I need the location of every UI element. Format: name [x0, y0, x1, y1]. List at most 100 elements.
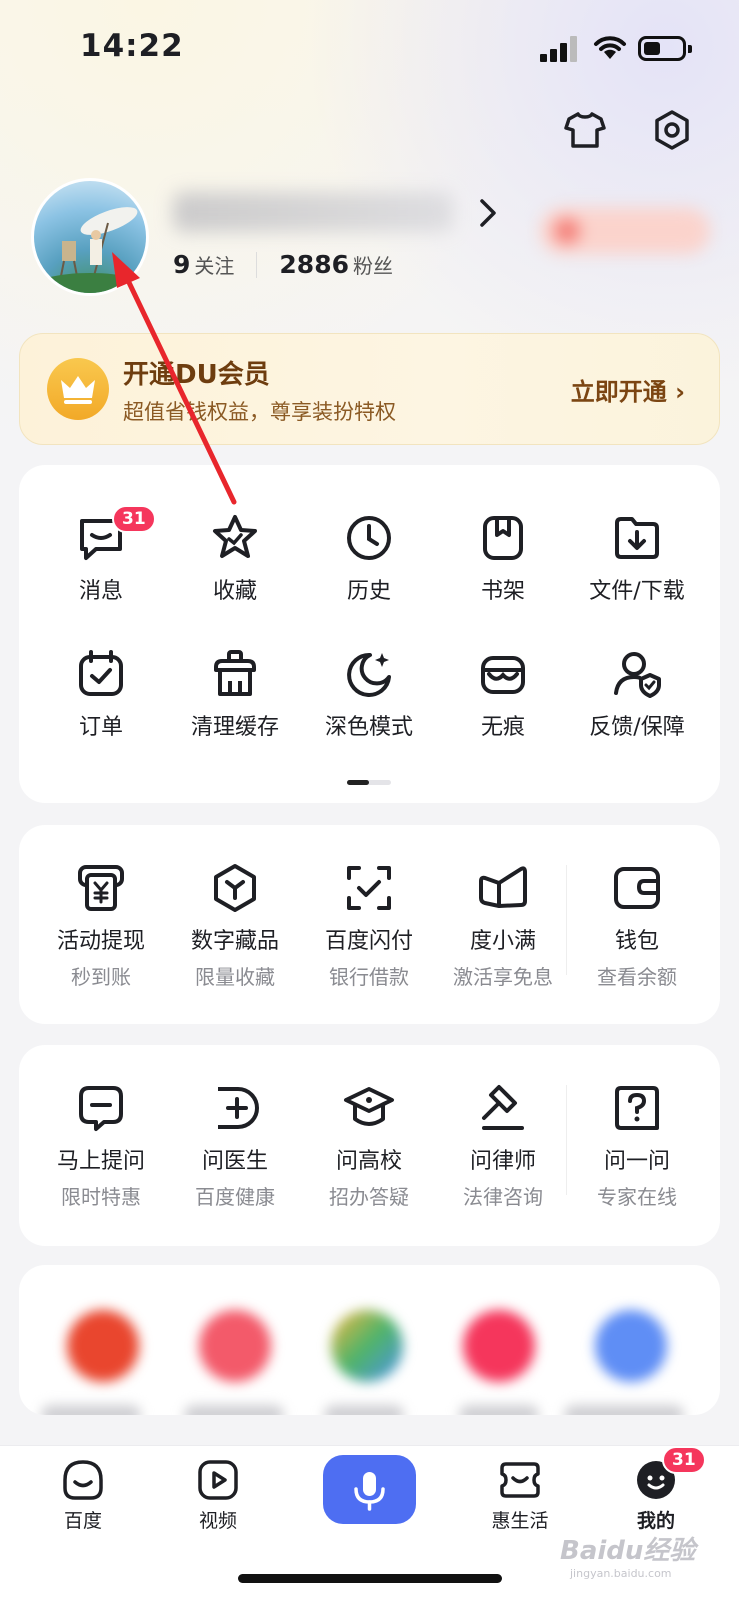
star-icon	[213, 515, 257, 558]
tab-label: 惠生活	[491, 1510, 549, 1532]
ask-icon	[615, 1086, 659, 1130]
finance-sub: 查看余额	[597, 965, 677, 989]
skin-shirt-icon[interactable]	[563, 108, 607, 152]
tool-label: 无痕	[480, 715, 525, 740]
service-icon-blurred[interactable]	[595, 1310, 667, 1382]
vip-open-button[interactable]: 立即开通 ›	[571, 372, 685, 407]
fans-label[interactable]: 粉丝	[353, 250, 393, 279]
tool-clean-cache[interactable]: 清理缓存	[168, 647, 302, 741]
tool-feedback[interactable]: 反馈/保障	[570, 647, 704, 741]
follow-count[interactable]: 9	[173, 250, 190, 279]
ask-item-doctor[interactable]: 问医生 百度健康	[168, 1081, 302, 1210]
ask-label: 问医生	[201, 1149, 268, 1174]
finance-divider	[566, 865, 567, 975]
tool-label: 历史	[346, 579, 391, 604]
tab-label: 百度	[63, 1510, 102, 1532]
yuan-card-icon	[78, 865, 124, 911]
page-indicator[interactable]	[347, 780, 391, 785]
service-icon-blurred[interactable]	[199, 1310, 271, 1382]
life-ticket-icon	[500, 1462, 540, 1498]
ask-divider	[566, 1085, 567, 1195]
vip-banner[interactable]: 开通DU会员 超值省钱权益，尊享装扮特权 立即开通 ›	[19, 333, 720, 445]
graduation-cap-icon	[344, 1087, 394, 1126]
status-time: 14:22	[80, 28, 184, 64]
finance-item-duxiaoman[interactable]: 度小满 激活享免息	[436, 861, 570, 990]
settings-icon[interactable]	[650, 108, 694, 152]
tool-orders[interactable]: 订单	[34, 647, 168, 741]
username-blurred[interactable]	[173, 192, 453, 232]
ask-label: 马上提问	[56, 1149, 145, 1174]
finance-item-digital[interactable]: 数字藏品 限量收藏	[168, 861, 302, 990]
tool-message[interactable]: 31 消息	[34, 505, 168, 605]
avatar[interactable]	[31, 178, 149, 296]
order-calendar-icon	[79, 650, 123, 696]
stats-divider	[256, 252, 258, 278]
service-label-blurred	[41, 1405, 141, 1415]
download-folder-icon	[615, 517, 659, 559]
finance-label: 钱包	[614, 929, 659, 954]
tool-history[interactable]: 历史	[302, 511, 436, 605]
ask-item-lawyer[interactable]: 问律师 法律咨询	[436, 1081, 570, 1210]
service-icon-blurred[interactable]	[67, 1310, 139, 1382]
video-play-icon	[198, 1460, 238, 1500]
microphone-icon	[354, 1472, 385, 1511]
profile-stats: 9 关注 2886 粉丝	[173, 250, 393, 280]
duxiaoman-icon	[479, 866, 527, 908]
tab-video[interactable]: 视频	[168, 1458, 268, 1533]
service-label-blurred	[184, 1405, 284, 1415]
gavel-icon	[482, 1085, 524, 1130]
tab-life[interactable]: 惠生活	[470, 1458, 570, 1533]
wallet-icon	[614, 867, 660, 909]
tool-label: 文件/下载	[589, 579, 685, 604]
clean-cache-icon	[214, 650, 256, 696]
baidu-jingyan-watermark: Baidu经验 jingyan.baidu.com	[560, 1530, 695, 1580]
service-icon-blurred[interactable]	[331, 1310, 403, 1382]
finance-item-withdraw[interactable]: 活动提现 秒到账	[34, 861, 168, 990]
finance-sub: 激活享免息	[453, 965, 553, 989]
tab-label: 视频	[198, 1510, 237, 1532]
tool-dark-mode[interactable]: 深色模式	[302, 647, 436, 741]
tool-favorites[interactable]: 收藏	[168, 511, 302, 605]
follow-label[interactable]: 关注	[194, 250, 234, 279]
battery-icon	[638, 36, 692, 61]
chevron-right-icon[interactable]	[478, 198, 498, 228]
tool-bookshelf[interactable]: 书架	[436, 511, 570, 605]
wifi-icon	[594, 36, 626, 59]
ask-label: 问律师	[469, 1149, 536, 1174]
tools-card: 31 消息 收藏 历史 书架 文件/下载 订单 清理缓存 深色模式 无痕 反馈/…	[19, 465, 720, 803]
tool-label: 消息	[78, 579, 123, 604]
tool-downloads[interactable]: 文件/下载	[570, 511, 704, 605]
moon-icon	[347, 652, 391, 697]
service-icon-blurred[interactable]	[463, 1310, 535, 1382]
fans-count[interactable]: 2886	[279, 250, 349, 279]
finance-sub: 限量收藏	[195, 965, 275, 989]
tab-baidu[interactable]: 百度	[33, 1458, 133, 1533]
ask-item-university[interactable]: 问高校 招办答疑	[302, 1081, 436, 1210]
cellular-signal-icon	[540, 36, 578, 62]
question-bubble-icon	[79, 1086, 123, 1131]
watermark-url: jingyan.baidu.com	[570, 1567, 672, 1580]
finance-item-wallet[interactable]: 钱包 查看余额	[570, 861, 704, 990]
ask-sub: 招办答疑	[329, 1185, 409, 1209]
ask-label: 问一问	[603, 1149, 670, 1174]
finance-label: 度小满	[469, 929, 536, 954]
ask-sub: 专家在线	[597, 1185, 677, 1209]
message-badge: 31	[112, 505, 156, 533]
ask-item-ask[interactable]: 问一问 专家在线	[570, 1081, 704, 1210]
finance-item-flashpay[interactable]: 百度闪付 银行借款	[302, 861, 436, 990]
vip-subtitle: 超值省钱权益，尊享装扮特权	[123, 400, 396, 424]
ask-item-question[interactable]: 马上提问 限时特惠	[34, 1081, 168, 1210]
vip-title: 开通DU会员	[123, 360, 270, 390]
voice-search-button[interactable]	[323, 1455, 416, 1524]
tool-label: 深色模式	[324, 715, 413, 740]
level-badge-blurred[interactable]	[540, 208, 710, 254]
ask-label: 问高校	[335, 1149, 402, 1174]
ask-sub: 限时特惠	[61, 1185, 141, 1209]
tool-incognito[interactable]: 无痕	[436, 647, 570, 741]
home-indicator[interactable]	[238, 1574, 502, 1583]
ask-card: 马上提问 限时特惠 问医生 百度健康 问高校 招办答疑 问律师 法律咨询 问一问…	[19, 1045, 720, 1246]
tool-label: 清理缓存	[190, 715, 279, 740]
status-bar: 14:22	[0, 0, 739, 100]
doctor-icon	[218, 1087, 259, 1129]
services-card-blurred	[19, 1265, 720, 1415]
